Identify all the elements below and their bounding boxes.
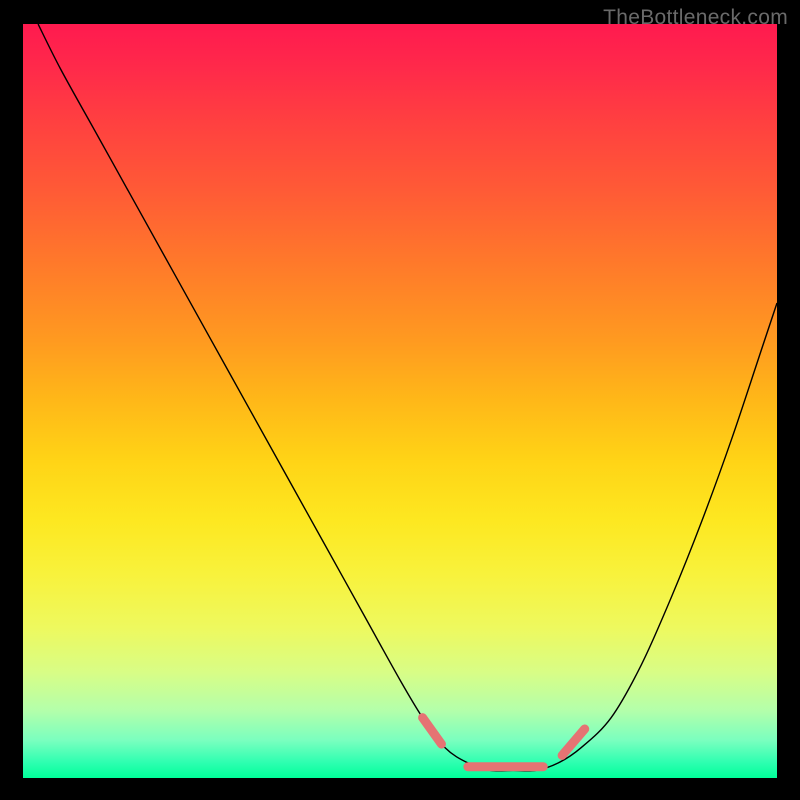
bottleneck-curve bbox=[38, 24, 777, 771]
marker-right-segment bbox=[562, 729, 585, 755]
plot-area bbox=[23, 24, 777, 778]
watermark-text: TheBottleneck.com bbox=[603, 6, 788, 30]
markers-group bbox=[423, 718, 585, 767]
chart-svg bbox=[23, 24, 777, 778]
marker-left-segment bbox=[423, 718, 442, 744]
